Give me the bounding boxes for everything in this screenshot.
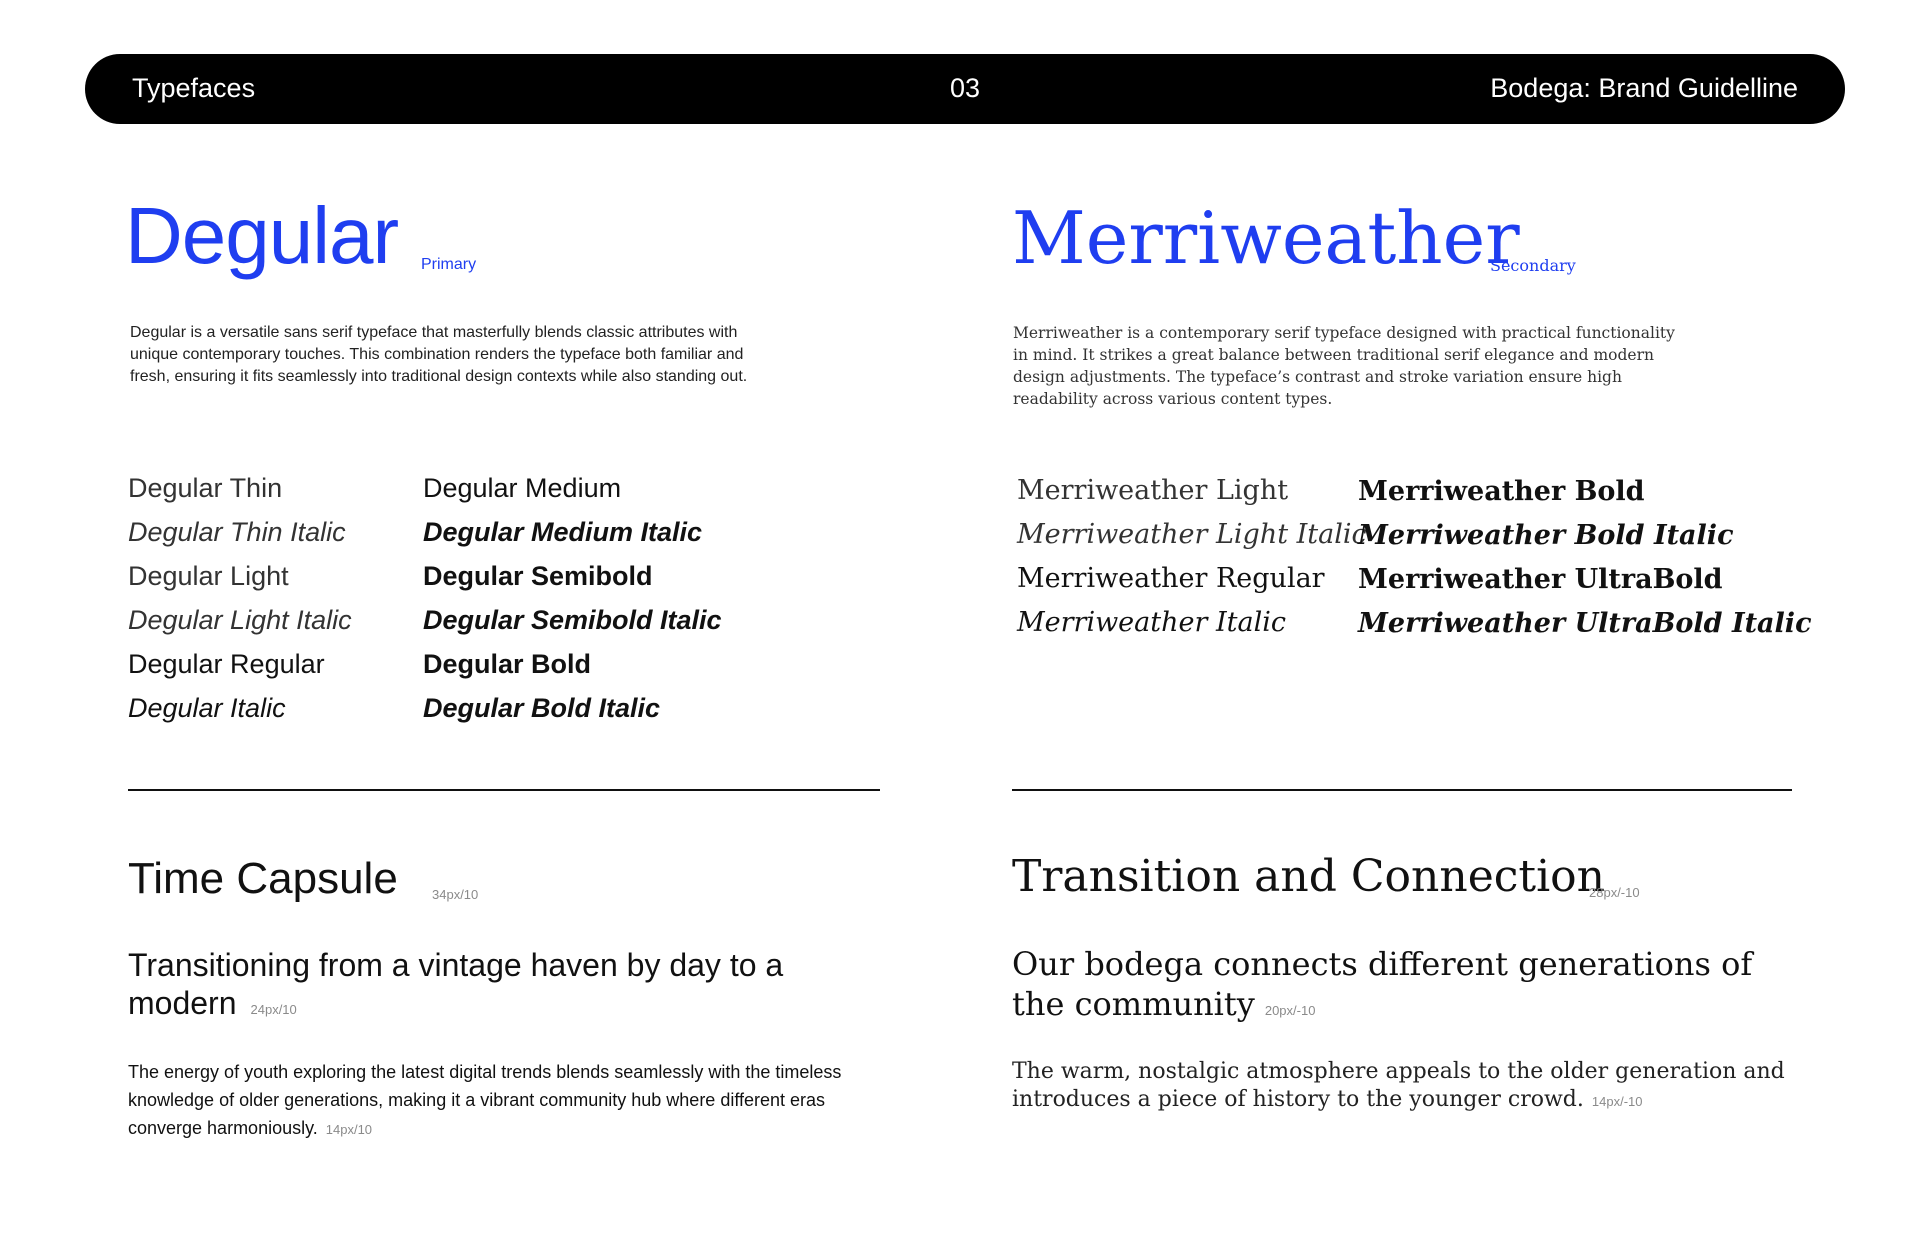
secondary-description: Merriweather is a contemporary serif typ… — [1013, 324, 1675, 408]
weight-sample: Merriweather UltraBold Italic — [1358, 608, 1812, 639]
weight-sample: Merriweather Regular — [1017, 563, 1325, 594]
secondary-body-metric: 14px/-10 — [1591, 1094, 1643, 1109]
secondary-heading-metric: 28px/-10 — [1589, 885, 1640, 900]
primary-sample-heading: Time Capsule — [128, 854, 398, 903]
weight-sample: Degular Semibold — [423, 561, 653, 591]
primary-sample-subheading: Transitioning from a vintage haven by da… — [128, 947, 784, 1021]
primary-weights-list-1: Degular Thin Degular Thin Italic Degular… — [128, 466, 352, 730]
secondary-weights-list-1: Merriweather Light Merriweather Light It… — [1017, 469, 1367, 645]
primary-sample-body: The energy of youth exploring the latest… — [128, 1062, 842, 1138]
primary-heading-metric: 34px/10 — [432, 887, 479, 902]
secondary-typeface-name: Merriweather — [1012, 196, 1520, 280]
weight-sample: Merriweather Light — [1017, 475, 1289, 506]
primary-weights-list-2: Degular Medium Degular Medium Italic Deg… — [423, 466, 722, 730]
secondary-sample-subheading-block: Our bodega connects different generation… — [1012, 944, 1772, 1031]
document-title: Bodega: Brand Guidelline — [1490, 73, 1798, 103]
primary-typeface-name: Degular — [125, 191, 399, 280]
secondary-sample-body-block: The warm, nostalgic atmosphere appeals t… — [1012, 1058, 1812, 1116]
weight-sample: Degular Thin — [128, 473, 283, 503]
weight-sample: Degular Italic — [128, 693, 286, 723]
primary-subheading-metric: 24px/10 — [250, 1002, 297, 1017]
header-bar: Typefaces 03 Bodega: Brand Guidelline — [85, 54, 1845, 124]
weight-sample: Merriweather Bold Italic — [1358, 520, 1734, 551]
weight-sample: Degular Thin Italic — [128, 517, 346, 547]
secondary-weights-list-2: Merriweather Bold Merriweather Bold Ital… — [1358, 470, 1812, 646]
weight-sample: Degular Bold Italic — [423, 693, 661, 723]
secondary-tag: Secondary — [1490, 256, 1576, 275]
weight-sample: Merriweather Italic — [1017, 607, 1286, 638]
primary-body-metric: 14px/10 — [325, 1122, 373, 1137]
weight-sample: Merriweather UltraBold — [1358, 564, 1723, 595]
primary-tag: Primary — [421, 256, 477, 273]
weight-sample: Degular Medium Italic — [423, 517, 703, 547]
weight-sample: Merriweather Bold — [1358, 476, 1645, 507]
weight-sample: Degular Semibold Italic — [423, 605, 722, 635]
weight-sample: Merriweather Light Italic — [1017, 519, 1367, 550]
weight-sample: Degular Medium — [423, 473, 622, 503]
secondary-sample-subheading: Our bodega connects different generation… — [1012, 945, 1753, 1023]
weight-sample: Degular Light Italic — [128, 605, 352, 635]
divider-right — [1012, 789, 1792, 791]
primary-description: Degular is a versatile sans serif typefa… — [130, 324, 748, 385]
secondary-subheading-metric: 20px/-10 — [1264, 1003, 1316, 1018]
secondary-sample-body: The warm, nostalgic atmosphere appeals t… — [1012, 1059, 1785, 1112]
divider-left — [128, 789, 880, 791]
primary-sample-subheading-block: Transitioning from a vintage haven by da… — [128, 946, 848, 1029]
weight-sample: Degular Bold — [423, 649, 592, 679]
primary-sample-body-block: The energy of youth exploring the latest… — [128, 1058, 898, 1144]
secondary-sample-heading: Transition and Connection — [1012, 851, 1605, 902]
weight-sample: Degular Regular — [128, 649, 325, 679]
weight-sample: Degular Light — [128, 561, 289, 591]
